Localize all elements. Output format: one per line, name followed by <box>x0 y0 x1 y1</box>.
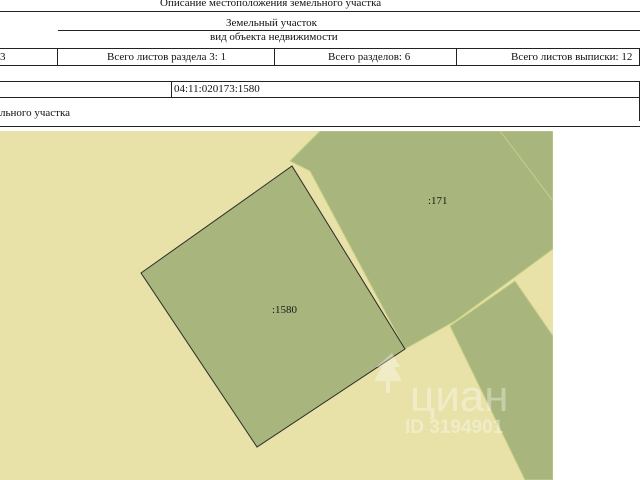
sheet-count-row: 3 Всего листов раздела 3: 1 Всего раздел… <box>0 48 640 65</box>
neighbor-parcel-label: :171 <box>428 195 448 207</box>
header-divider <box>0 11 640 12</box>
object-type-value: Земельный участок <box>226 17 317 29</box>
object-type-caption: вид объекта недвижимости <box>210 31 338 43</box>
section-number: 3 <box>0 50 6 63</box>
main-parcel-label: :1580 <box>272 304 298 316</box>
object-type-row: Земельный участок <box>0 16 640 30</box>
cadastral-plan-map: :171 :1580 циан ID 3194901 <box>0 131 553 480</box>
plan-caption-bottom-border <box>0 126 640 127</box>
watermark-id: ID 3194901 <box>405 417 504 438</box>
cadastral-row: 04:11:020173:1580 <box>0 81 640 97</box>
cadastral-divider <box>171 81 172 97</box>
sheet-row-divider-3 <box>456 48 457 65</box>
sheet-row-divider-2 <box>274 48 275 65</box>
object-type-caption-row: вид объекта недвижимости <box>0 30 640 44</box>
plan-caption: льного участка <box>0 107 71 119</box>
sheet-row-divider-1 <box>57 48 58 65</box>
cadastral-number: 04:11:020173:1580 <box>174 83 260 95</box>
cadastral-row-bottom-border <box>0 97 640 98</box>
total-sections-count: Всего разделов: 6 <box>328 50 411 63</box>
total-sheets-count: Всего листов выписки: 12 <box>511 50 633 63</box>
plan-caption-row: льного участка <box>0 97 640 121</box>
section-sheets-count: Всего листов раздела 3: 1 <box>107 50 227 63</box>
watermark-brand: циан <box>410 372 509 421</box>
sheet-row-bottom-border <box>0 65 640 66</box>
